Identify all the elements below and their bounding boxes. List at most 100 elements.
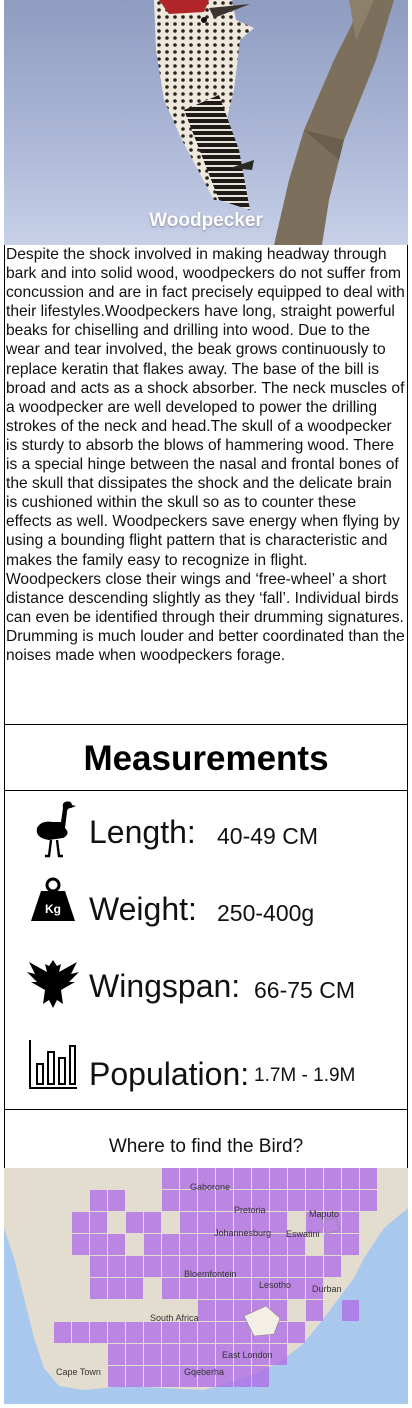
range-cell	[108, 1366, 125, 1387]
hero-title: Woodpecker	[149, 210, 263, 231]
bird-profile-page: Woodpecker Despite the shock involved in…	[4, 0, 408, 1404]
map-label-gaborone: Gaborone	[190, 1182, 230, 1192]
range-cell	[126, 1256, 143, 1277]
range-cell	[252, 1256, 269, 1277]
range-cell	[72, 1234, 89, 1255]
range-cell	[108, 1322, 125, 1343]
range-cell	[90, 1212, 107, 1233]
range-cell	[162, 1190, 179, 1211]
map-label-pretoria: Pretoria	[234, 1205, 266, 1215]
range-cell	[90, 1234, 107, 1255]
measurements-title: Measurements	[83, 739, 329, 778]
range-cell	[234, 1256, 251, 1277]
range-cell	[90, 1190, 107, 1211]
range-cell	[342, 1212, 359, 1233]
range-cell	[252, 1366, 269, 1387]
length-row: Length: 40-49 CM	[5, 798, 409, 868]
map-label-lesotho: Lesotho	[259, 1280, 291, 1290]
range-cell	[90, 1256, 107, 1277]
weight-row: Kg Weight: 250-400g	[5, 875, 409, 945]
range-cell	[252, 1168, 269, 1189]
length-label: Length:	[89, 814, 196, 850]
range-cell	[270, 1344, 287, 1365]
population-value: 1.7M - 1.9M	[254, 1065, 356, 1086]
range-cell	[216, 1322, 233, 1343]
map-label-gqeberha: Gqeberha	[184, 1367, 224, 1377]
wingspan-label: Wingspan:	[89, 968, 241, 1004]
range-cell	[198, 1212, 215, 1233]
map-label-east-london: East London	[222, 1350, 273, 1360]
range-cell	[180, 1190, 197, 1211]
wingspan-value: 66-75 CM	[254, 977, 355, 1003]
range-cell	[144, 1234, 161, 1255]
range-cell	[54, 1322, 71, 1343]
range-cell	[72, 1212, 89, 1233]
range-cell	[270, 1190, 287, 1211]
range-cell	[342, 1168, 359, 1189]
range-cell	[90, 1278, 107, 1299]
range-cell	[108, 1256, 125, 1277]
range-cell	[198, 1322, 215, 1343]
range-cell	[144, 1366, 161, 1387]
range-cell	[162, 1256, 179, 1277]
range-cell	[234, 1278, 251, 1299]
range-cell	[306, 1300, 323, 1321]
range-cell	[126, 1278, 143, 1299]
range-cell	[324, 1256, 341, 1277]
population-row: Population: 1.7M - 1.9M	[5, 1034, 409, 1104]
measurements-panel: Length: 40-49 CM Kg Weight: 250-400g Win…	[4, 790, 408, 1110]
bird-description: Despite the shock involved in making hea…	[4, 245, 408, 724]
range-cell	[288, 1168, 305, 1189]
range-cell	[216, 1300, 233, 1321]
range-cell	[126, 1366, 143, 1387]
distribution-map[interactable]: Gaborone Pretoria Maputo Johannesburg Es…	[4, 1168, 408, 1404]
eagle-icon	[27, 960, 79, 1008]
range-cell	[198, 1234, 215, 1255]
range-cell	[288, 1190, 305, 1211]
range-cell	[108, 1234, 125, 1255]
range-cell	[126, 1212, 143, 1233]
range-cell	[180, 1278, 197, 1299]
map-label-durban: Durban	[312, 1284, 342, 1294]
range-cell	[306, 1190, 323, 1211]
range-cell	[108, 1190, 125, 1211]
range-cell	[234, 1366, 251, 1387]
range-cell	[270, 1212, 287, 1233]
hero-image: Woodpecker	[4, 0, 408, 245]
range-cell	[270, 1168, 287, 1189]
map-label-eswatini: Eswatini	[286, 1229, 320, 1239]
weight-icon-text: Kg	[45, 902, 61, 916]
map-label-johannesburg: Johannesburg	[214, 1228, 271, 1238]
range-cell	[288, 1256, 305, 1277]
range-cell	[162, 1234, 179, 1255]
range-cell	[342, 1234, 359, 1255]
range-cell	[198, 1278, 215, 1299]
length-value: 40-49 CM	[217, 823, 318, 849]
population-label: Population:	[89, 1056, 250, 1092]
range-cell	[324, 1190, 341, 1211]
range-cell	[216, 1190, 233, 1211]
range-cell	[216, 1278, 233, 1299]
range-cell	[108, 1344, 125, 1365]
range-cell	[360, 1168, 377, 1189]
range-cell	[72, 1322, 89, 1343]
range-map: Gaborone Pretoria Maputo Johannesburg Es…	[4, 1168, 408, 1404]
range-cell	[180, 1212, 197, 1233]
woodpecker-photo	[4, 0, 408, 245]
range-cell	[270, 1234, 287, 1255]
range-cell	[162, 1168, 179, 1189]
range-cell	[144, 1322, 161, 1343]
range-cell	[144, 1256, 161, 1277]
range-cell	[180, 1322, 197, 1343]
range-cell	[162, 1366, 179, 1387]
map-label-maputo: Maputo	[309, 1209, 339, 1219]
weight-label: Weight:	[89, 891, 197, 927]
where-to-find-section: Where to find the Bird?	[4, 1109, 408, 1169]
bar-chart-icon	[29, 1040, 77, 1089]
range-cell	[162, 1322, 179, 1343]
range-cell	[198, 1190, 215, 1211]
weight-kg-icon: Kg	[31, 877, 75, 921]
ostrich-icon	[36, 801, 76, 858]
range-cell	[180, 1344, 197, 1365]
weight-value: 250-400g	[217, 900, 315, 926]
